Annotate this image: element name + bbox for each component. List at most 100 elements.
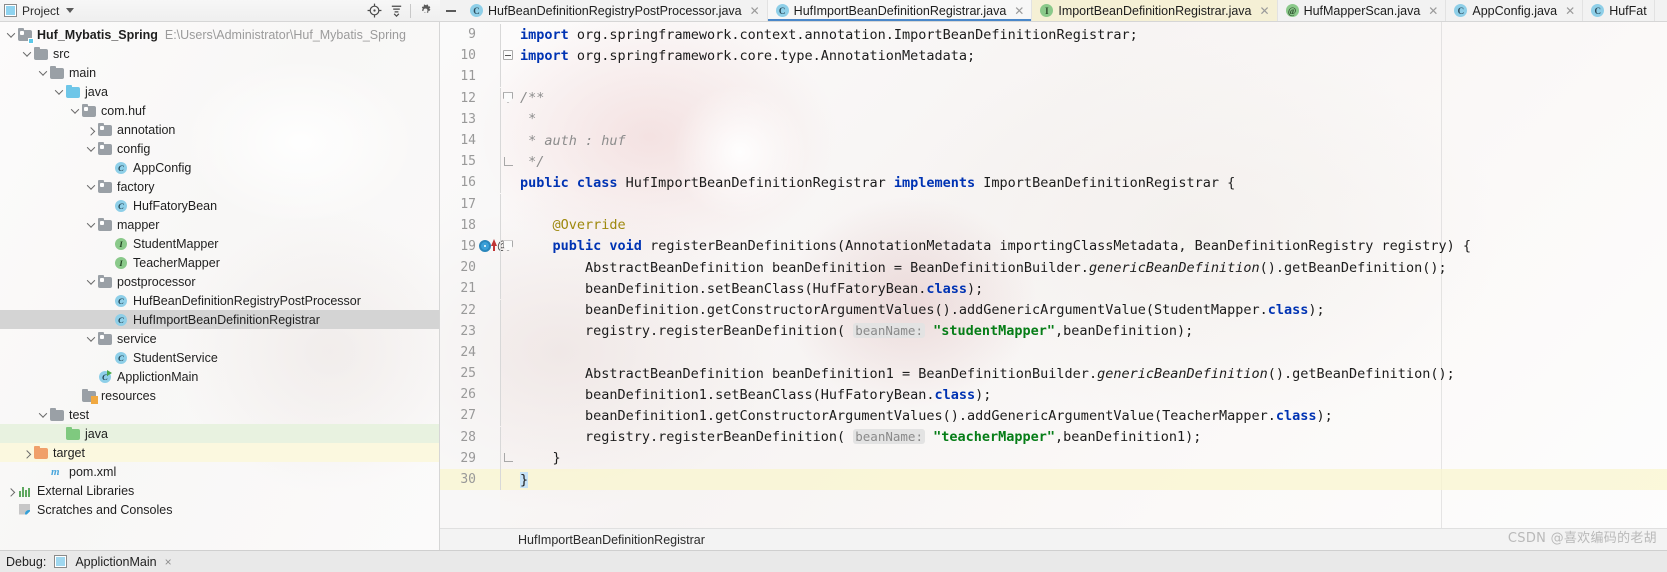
line-number[interactable]: 13 [440, 112, 478, 127]
chevron-right-icon[interactable] [84, 126, 97, 136]
code-line[interactable]: 10 import org.springframework.core.type.A… [440, 45, 1667, 67]
code-text[interactable]: * auth : huf [514, 133, 626, 149]
chevron-down-icon[interactable] [84, 218, 97, 228]
close-icon[interactable]: ✕ [1565, 4, 1575, 18]
editor-tab-0[interactable]: C HufBeanDefinitionRegistryPostProcessor… [462, 0, 768, 21]
code-text[interactable]: } [514, 471, 529, 488]
breadcrumb[interactable]: HufImportBeanDefinitionRegistrar [440, 528, 1667, 550]
fold-region-slot[interactable] [500, 151, 514, 173]
tree-row[interactable]: C StudentService [0, 348, 439, 367]
line-number[interactable]: 14 [440, 133, 478, 148]
tree-row[interactable]: External Libraries [0, 481, 439, 500]
close-icon[interactable]: ✕ [1428, 4, 1438, 18]
code-line[interactable]: 15 */ [440, 151, 1667, 173]
tree-row[interactable]: C ApplictionMain [0, 367, 439, 386]
line-number[interactable]: 17 [440, 197, 478, 212]
line-number[interactable]: 23 [440, 324, 478, 339]
settings-gear-icon[interactable] [414, 1, 436, 21]
tree-row[interactable]: java [0, 424, 439, 443]
line-number[interactable]: 12 [440, 91, 478, 106]
chevron-down-icon[interactable] [52, 85, 65, 95]
fold-end-icon[interactable] [503, 453, 513, 463]
line-number[interactable]: 27 [440, 408, 478, 423]
fold-region-slot[interactable] [500, 45, 514, 67]
tree-row[interactable]: resources [0, 386, 439, 405]
line-number[interactable]: 20 [440, 260, 478, 275]
editor-tab-4[interactable]: C AppConfig.java ✕ [1446, 0, 1584, 21]
code-line[interactable]: 26 beanDefinition1.setBeanClass(HufFator… [440, 384, 1667, 406]
debug-run-config-label[interactable]: ApplictionMain [75, 555, 156, 569]
fold-region-slot[interactable] [500, 235, 514, 257]
code-line[interactable]: 14 * auth : huf [440, 130, 1667, 152]
line-number[interactable]: 30 [440, 472, 478, 487]
collapse-all-icon[interactable] [385, 1, 407, 21]
line-number[interactable]: 11 [440, 69, 478, 84]
tree-row[interactable]: I TeacherMapper [0, 253, 439, 272]
code-line[interactable]: 27 beanDefinition1.getConstructorArgumen… [440, 405, 1667, 427]
code-editor[interactable]: 9 import org.springframework.context.anno… [440, 22, 1667, 550]
fold-region-slot[interactable] [500, 87, 514, 109]
code-text[interactable]: /** [514, 90, 544, 106]
code-text[interactable]: beanDefinition.getConstructorArgumentVal… [514, 302, 1325, 318]
implementing-method-icon[interactable] [491, 238, 497, 251]
code-text[interactable]: public class HufImportBeanDefinitionRegi… [514, 175, 1235, 191]
tree-row[interactable]: factory [0, 177, 439, 196]
editor-tabs[interactable]: C HufBeanDefinitionRegistryPostProcessor… [440, 0, 1667, 22]
code-lines[interactable]: 9 import org.springframework.context.anno… [440, 22, 1667, 491]
code-text[interactable]: AbstractBeanDefinition beanDefinition1 =… [514, 366, 1455, 382]
code-text[interactable]: import org.springframework.context.annot… [514, 27, 1138, 43]
line-number[interactable]: 19 [440, 239, 478, 254]
code-line[interactable]: 24 [440, 341, 1667, 363]
code-text[interactable]: * [514, 111, 536, 127]
tree-row[interactable]: service [0, 329, 439, 348]
code-line[interactable]: 19 @ public void registerBeanDefinitions(… [440, 235, 1667, 257]
code-line[interactable]: 17 [440, 193, 1667, 215]
code-line[interactable]: 11 [440, 66, 1667, 88]
fold-end-icon[interactable] [503, 156, 513, 166]
editor-tab-1[interactable]: C HufImportBeanDefinitionRegistrar.java … [767, 0, 1033, 21]
locate-icon[interactable] [363, 1, 385, 21]
editor-tab-2[interactable]: I ImportBeanDefinitionRegistrar.java ✕ [1032, 0, 1278, 21]
chevron-down-icon[interactable] [84, 142, 97, 152]
code-text[interactable]: beanDefinition.setBeanClass(HufFatoryBea… [514, 281, 983, 297]
line-number[interactable]: 21 [440, 281, 478, 296]
code-line[interactable]: 22 beanDefinition.getConstructorArgument… [440, 299, 1667, 321]
line-number[interactable]: 29 [440, 451, 478, 466]
tree-row[interactable]: config [0, 139, 439, 158]
code-line[interactable]: 25 AbstractBeanDefinition beanDefinition… [440, 363, 1667, 385]
code-line[interactable]: 16 public class HufImportBeanDefinitionRe… [440, 172, 1667, 194]
code-text[interactable]: public void registerBeanDefinitions(Anno… [514, 238, 1471, 254]
tree-row[interactable]: postprocessor [0, 272, 439, 291]
line-number[interactable]: 22 [440, 303, 478, 318]
code-line[interactable]: 18 @Override [440, 214, 1667, 236]
code-text[interactable]: } [514, 450, 561, 466]
chevron-down-icon[interactable] [36, 66, 49, 76]
code-line[interactable]: 30} [440, 468, 1667, 491]
chevron-down-icon[interactable] [84, 332, 97, 342]
chevron-down-icon[interactable] [84, 180, 97, 190]
code-text[interactable]: */ [514, 154, 544, 170]
close-icon[interactable]: ✕ [1260, 4, 1270, 18]
line-number[interactable]: 18 [440, 218, 478, 233]
tree-row[interactable]: mapper [0, 215, 439, 234]
tree-row[interactable]: C HufBeanDefinitionRegistryPostProcessor [0, 291, 439, 310]
parameter-hint[interactable]: beanName: [853, 323, 925, 339]
code-text[interactable]: beanDefinition1.setBeanClass(HufFatoryBe… [514, 387, 991, 403]
debug-tool-window-bar[interactable]: Debug: ApplictionMain × [0, 550, 1667, 572]
tree-row[interactable]: main [0, 63, 439, 82]
chevron-down-icon[interactable] [36, 408, 49, 418]
tree-row[interactable]: test [0, 405, 439, 424]
code-line[interactable]: 29 } [440, 447, 1667, 469]
chevron-down-icon[interactable] [66, 8, 75, 13]
code-line[interactable]: 21 beanDefinition.setBeanClass(HufFatory… [440, 278, 1667, 300]
tree-row[interactable]: src [0, 44, 439, 63]
code-line[interactable]: 20 AbstractBeanDefinition beanDefinition… [440, 257, 1667, 279]
code-text[interactable]: registry.registerBeanDefinition( beanNam… [514, 429, 1201, 445]
tree-row[interactable]: m pom.xml [0, 462, 439, 481]
code-text[interactable]: @Override [514, 217, 626, 233]
code-line[interactable]: 28 registry.registerBeanDefinition( bean… [440, 426, 1667, 448]
tree-row[interactable]: com.huf [0, 101, 439, 120]
line-number[interactable]: 24 [440, 345, 478, 360]
close-icon[interactable]: ✕ [750, 4, 760, 18]
line-number[interactable]: 25 [440, 366, 478, 381]
